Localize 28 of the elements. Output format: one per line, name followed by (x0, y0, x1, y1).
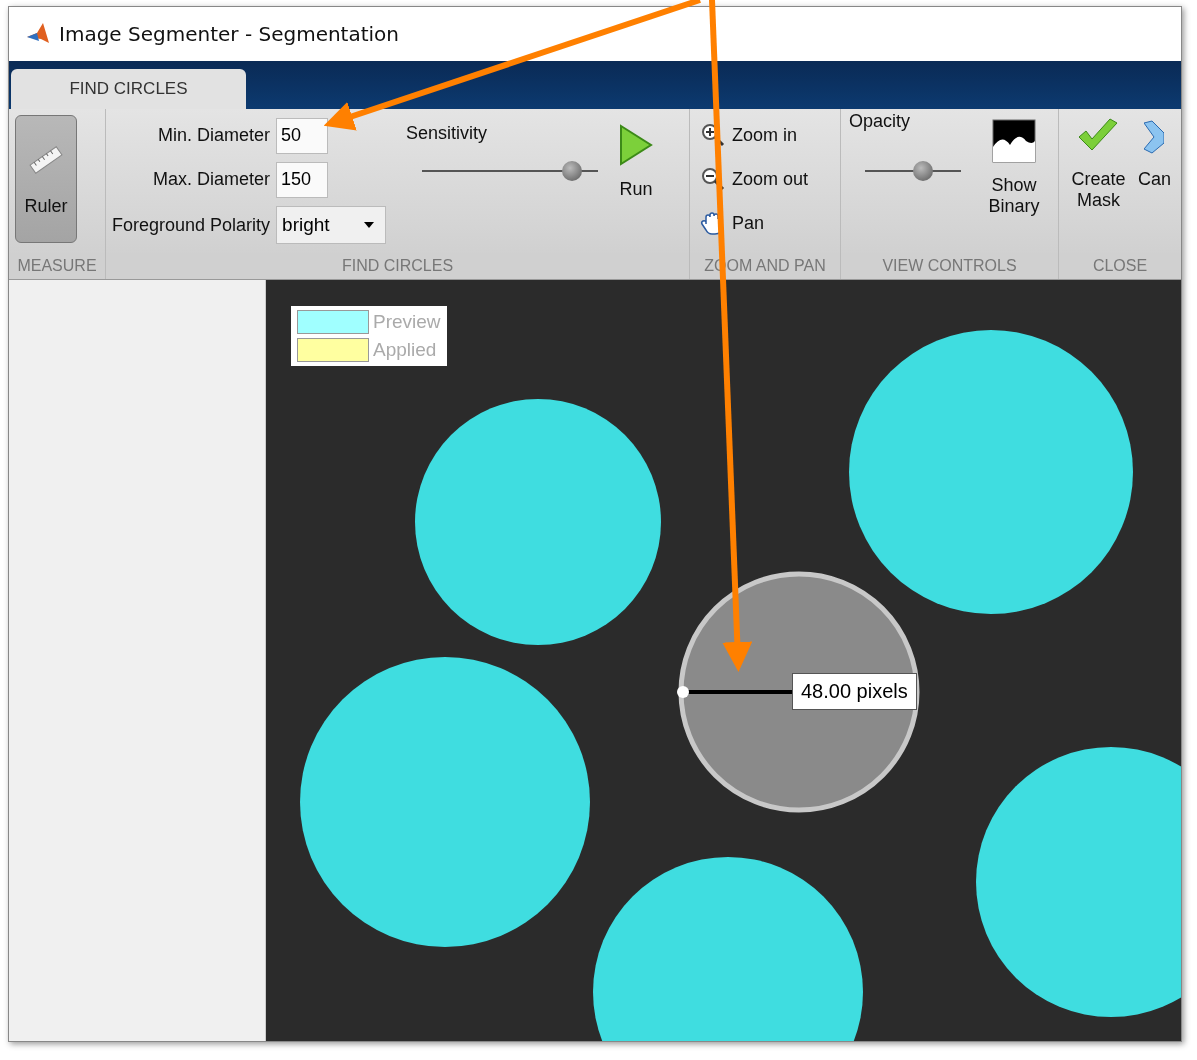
caret-icon (363, 221, 376, 230)
slider-thumb[interactable] (912, 161, 933, 181)
pan-button[interactable]: Pan (700, 203, 830, 243)
zoom-in-icon (700, 122, 726, 148)
legend-label: Applied (373, 339, 437, 361)
zoom-out-button[interactable]: Zoom out (700, 159, 830, 199)
run-button[interactable]: Run (618, 115, 655, 247)
window-title: Image Segmenter - Segmentation (59, 22, 400, 46)
show-binary-button[interactable]: Show Binary (979, 111, 1049, 251)
polarity-dropdown[interactable]: bright (276, 206, 387, 245)
legend-label: Preview (373, 311, 441, 333)
ruler-button[interactable]: Ruler (15, 115, 77, 243)
zoom-in-button[interactable]: Zoom in (700, 115, 830, 155)
number-field[interactable]: 150 (276, 162, 329, 198)
slider-label: Opacity (849, 111, 912, 132)
slider-label: Sensitivity (406, 123, 489, 144)
cancel-button[interactable]: Can (1137, 117, 1171, 245)
create-mask-button[interactable]: Create Mask (1069, 117, 1128, 245)
field-label: Max. Diameter (153, 169, 271, 191)
measurement-label: 48.00 pixels (792, 673, 917, 710)
field-label: Foreground Polarity (112, 214, 271, 236)
play-icon (618, 123, 655, 167)
field-label: Min. Diameter (158, 125, 271, 147)
binary-image-icon (992, 119, 1036, 163)
zoom-out-icon (700, 166, 726, 192)
slider-thumb[interactable] (561, 161, 582, 181)
ribbon-tab[interactable]: FIND CIRCLES (11, 69, 246, 109)
number-field[interactable]: 50 (276, 117, 329, 154)
